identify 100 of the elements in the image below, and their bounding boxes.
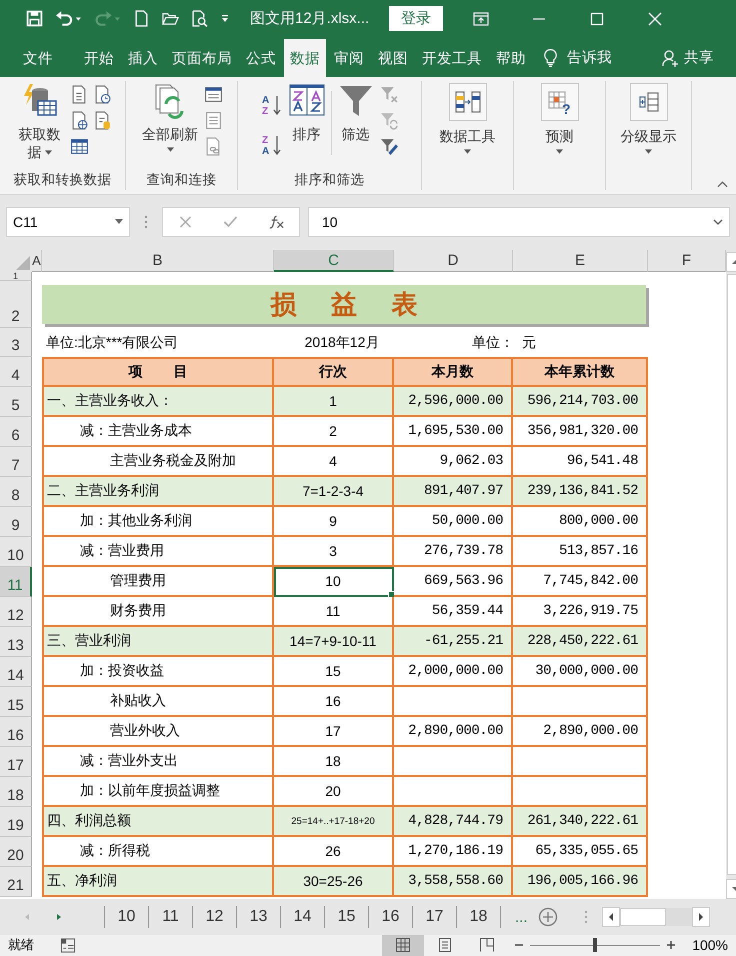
caret-icon (556, 149, 563, 154)
scrollbar-thumb[interactable] (620, 908, 666, 926)
add-sheet-icon[interactable] (538, 907, 558, 928)
row-header[interactable]: 1 (0, 272, 32, 282)
slider-thumb[interactable] (593, 938, 598, 952)
new-document-icon[interactable] (133, 10, 150, 28)
column-header[interactable]: C (274, 250, 394, 272)
outline-button[interactable]: 分级显示 (606, 83, 691, 154)
expand-icon[interactable] (713, 218, 723, 225)
column-header[interactable]: B (42, 250, 274, 272)
close-icon[interactable] (647, 10, 664, 27)
sheet-tab[interactable]: 13 (237, 906, 281, 928)
ribbon-display-icon[interactable] (473, 10, 490, 27)
filter-button[interactable]: 筛选 (336, 83, 376, 144)
maximize-icon[interactable] (589, 10, 606, 27)
ribbon-tab[interactable]: 审阅 (328, 39, 370, 78)
ribbon-tab[interactable]: 文件 (10, 39, 66, 78)
table-cell: 56,359.44 (394, 597, 513, 628)
window-title: 图文用12月.xlsx... (250, 9, 370, 28)
tell-me-link[interactable]: 告诉我 (567, 48, 612, 68)
sheet-tab[interactable]: 17 (413, 906, 457, 928)
row-header[interactable]: 21 (0, 867, 32, 898)
ribbon-tab[interactable]: 视图 (372, 39, 414, 78)
ribbon-tab[interactable]: 页面布局 (166, 39, 238, 78)
row-header[interactable]: 17 (0, 747, 32, 778)
table-icon[interactable] (70, 137, 88, 156)
row-header[interactable]: 14 (0, 657, 32, 688)
sheet-tab[interactable]: 18 (457, 906, 501, 928)
ribbon-tab[interactable]: 帮助 (490, 39, 532, 78)
data-tools-button[interactable]: 数据工具 (422, 83, 513, 154)
person-add-icon (662, 49, 680, 68)
column-header[interactable]: D (394, 250, 513, 272)
collapse-ribbon-icon[interactable] (717, 180, 728, 188)
row-header[interactable]: 18 (0, 777, 32, 808)
column-header[interactable]: E (513, 250, 648, 272)
row-header[interactable]: 8 (0, 477, 32, 508)
row-header[interactable]: 12 (0, 597, 32, 628)
login-button[interactable]: 登录 (389, 6, 444, 32)
row-header[interactable]: 16 (0, 717, 32, 748)
document-icon[interactable] (70, 85, 88, 104)
scroll-right-icon[interactable] (692, 907, 710, 928)
row-header[interactable]: 4 (0, 357, 32, 388)
row-header[interactable]: 9 (0, 507, 32, 538)
zoom-in-icon[interactable] (666, 940, 676, 950)
row-header[interactable]: 3 (0, 328, 32, 358)
ribbon-tab[interactable]: 公式 (240, 39, 282, 78)
row-header[interactable]: 6 (0, 417, 32, 448)
sheet-tab[interactable]: 12 (193, 906, 237, 928)
column-header[interactable]: A (32, 250, 42, 272)
row-header[interactable]: 20 (0, 837, 32, 868)
ribbon-tab[interactable]: 开发工具 (416, 39, 488, 78)
ribbon-tab[interactable]: 插入 (122, 39, 164, 78)
zoom-level[interactable]: 100% (692, 937, 728, 954)
formula-field[interactable]: 10 (308, 206, 730, 237)
scroll-left-icon[interactable] (602, 907, 620, 928)
row-header[interactable]: 19 (0, 807, 32, 838)
sheet-tab[interactable]: 11 (149, 906, 193, 928)
row-header[interactable]: 2 (0, 281, 32, 328)
row-header[interactable]: 10 (0, 537, 32, 568)
undo-icon[interactable] (55, 10, 82, 28)
more-sheets-button[interactable]: ... (515, 908, 528, 926)
share-button[interactable]: 共享 (684, 48, 714, 68)
table-window-icon[interactable] (204, 85, 223, 104)
print-preview-icon[interactable] (191, 10, 208, 28)
table-cell: 一、主营业务收入： (42, 387, 274, 418)
save-icon[interactable] (26, 10, 43, 28)
unit-label: 单位： 元 (472, 334, 536, 352)
web-document-icon[interactable] (70, 111, 88, 130)
macro-recording-icon[interactable] (60, 938, 76, 953)
ribbon-tab[interactable]: 开始 (78, 39, 120, 78)
clock-document-icon[interactable] (92, 85, 112, 104)
table-cell: 1,695,530.00 (394, 417, 513, 448)
row-header[interactable]: 11 (0, 567, 32, 598)
get-data-button[interactable]: 获取数 据 (14, 83, 66, 162)
sort-button[interactable]: 排序 (286, 83, 326, 144)
zoom-slider[interactable] (530, 938, 660, 952)
table-cell: 3,226,919.75 (513, 597, 648, 628)
table-cell: 276,739.78 (394, 537, 513, 568)
row-header[interactable]: 13 (0, 627, 32, 658)
sheet-tab[interactable]: 16 (369, 906, 413, 928)
forecast-button[interactable]: ? 预测 (514, 83, 605, 154)
folder-icon[interactable] (162, 10, 179, 28)
sheet-tab[interactable]: 15 (325, 906, 369, 928)
advanced-filter-icon[interactable] (380, 137, 398, 156)
row-header[interactable]: 7 (0, 447, 32, 478)
refresh-all-button[interactable]: 全部刷新 (140, 83, 200, 152)
name-box[interactable]: C11 (6, 206, 130, 237)
row-header[interactable]: 5 (0, 387, 32, 418)
sheet-tab[interactable]: 10 (105, 906, 149, 928)
database-document-icon[interactable] (92, 111, 112, 130)
insert-function-icon[interactable] (268, 214, 285, 230)
ribbon-tab[interactable]: 数据 (284, 39, 326, 78)
customize-caret-icon[interactable] (220, 14, 230, 24)
table-cell: 补贴收入 (42, 687, 274, 718)
normal-view-button[interactable] (382, 934, 424, 956)
table-cell: 65,335,055.65 (513, 837, 648, 868)
row-header[interactable]: 15 (0, 687, 32, 718)
caret-icon[interactable] (115, 219, 123, 224)
reapply-filter-icon (380, 111, 398, 130)
sheet-tab[interactable]: 14 (281, 906, 325, 928)
